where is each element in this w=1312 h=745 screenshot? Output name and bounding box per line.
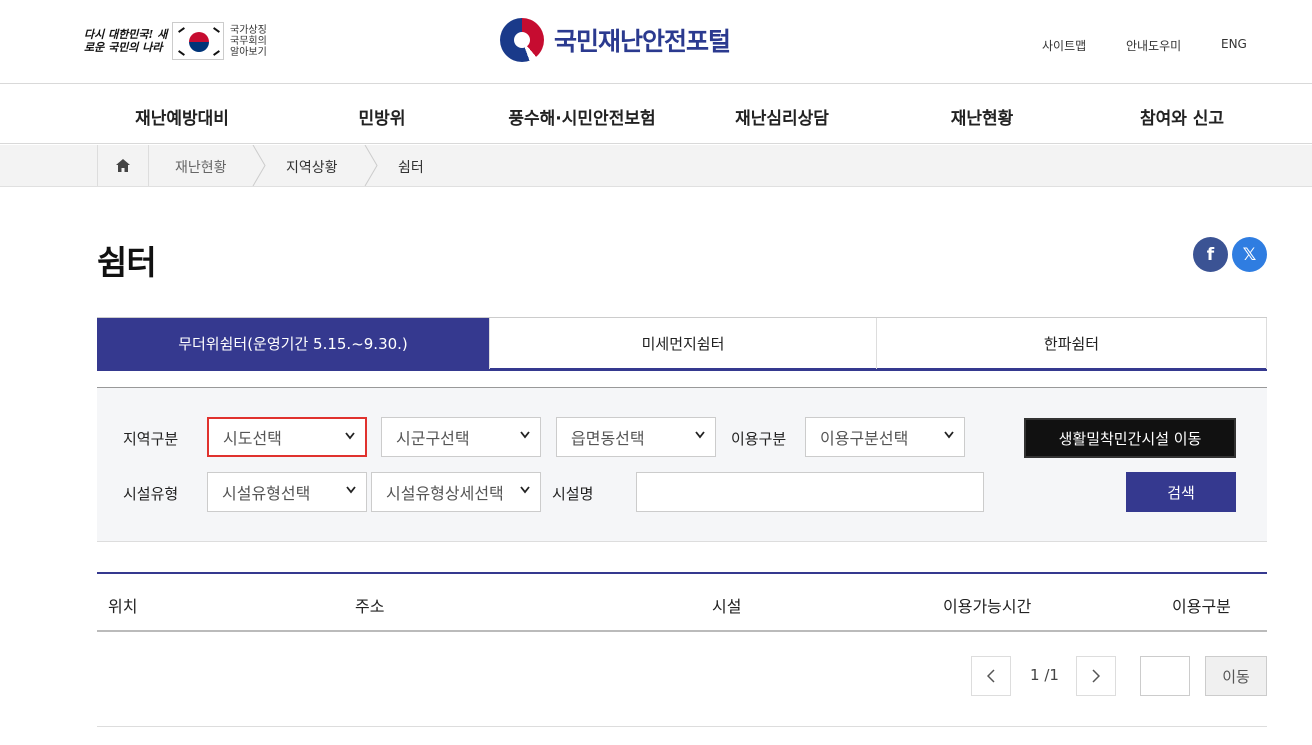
english-link[interactable]: ENG	[1221, 37, 1247, 51]
column-facility: 시설	[712, 597, 742, 616]
main-navigation: 재난예방대비 민방위 풍수해·시민안전보험 재난심리상담 재난현황 참여와 신고	[0, 84, 1312, 144]
chevron-down-icon	[695, 431, 705, 439]
sitemap-link[interactable]: 사이트맵	[1042, 37, 1086, 54]
government-emblem-icon	[500, 18, 544, 62]
slogan-banner[interactable]: 다시 대한민국! 새로운 국민의 나라 국가상징 국무회의 알아보기	[84, 22, 267, 60]
chevron-right-icon	[252, 145, 266, 186]
tab-fine-dust-shelter[interactable]: 미세먼지쉼터	[490, 318, 877, 369]
search-panel: 지역구분 시도선택 시군구선택 읍면동선택 이용구분 이용구분선택 생활밀착민간…	[97, 387, 1267, 542]
total-pages: 1	[1049, 666, 1059, 684]
breadcrumb: 재난현황 지역상황 쉼터	[0, 145, 1312, 187]
home-icon[interactable]	[97, 145, 149, 186]
facility-detail-select[interactable]: 시설유형상세선택	[371, 472, 541, 512]
usage-select[interactable]: 이용구분선택	[805, 417, 965, 457]
chevron-left-icon	[987, 669, 995, 683]
gnb-civil-defense[interactable]: 민방위	[359, 104, 406, 129]
page-title: 쉼터	[97, 243, 157, 282]
facility-type-label: 시설유형	[123, 485, 179, 503]
chevron-right-icon	[364, 145, 378, 186]
gnb-insurance[interactable]: 풍수해·시민안전보험	[508, 104, 655, 129]
divider	[97, 726, 1267, 727]
page-indicator: 1 /1	[1030, 666, 1059, 684]
site-header: 다시 대한민국! 새로운 국민의 나라 국가상징 국무회의 알아보기 국민재난안…	[0, 0, 1312, 84]
chevron-down-icon	[346, 486, 356, 494]
site-logo[interactable]: 국민재난안전포털	[500, 18, 731, 62]
shelter-table-header: 위치 주소 시설 이용가능시간 이용구분	[97, 572, 1267, 632]
facility-type-select[interactable]: 시설유형선택	[207, 472, 367, 512]
column-location: 위치	[108, 597, 138, 616]
usage-label: 이용구분	[731, 430, 787, 448]
x-share-icon[interactable]: 𝕏	[1232, 237, 1267, 272]
chevron-down-icon	[520, 431, 530, 439]
facebook-share-icon[interactable]: f	[1193, 237, 1228, 272]
eupmyeondong-select[interactable]: 읍면동선택	[556, 417, 716, 457]
chevron-down-icon	[944, 431, 954, 439]
prev-page-button[interactable]	[971, 656, 1011, 696]
shelter-tabs: 무더위쉼터(운영기간 5.15.~9.30.) 미세먼지쉼터 한파쉼터	[97, 317, 1267, 371]
column-usage: 이용구분	[1172, 597, 1231, 616]
go-page-button[interactable]: 이동	[1205, 656, 1267, 696]
breadcrumb-current: 쉼터	[398, 160, 424, 176]
chevron-right-icon	[1092, 669, 1100, 683]
tab-heat-shelter[interactable]: 무더위쉼터(운영기간 5.15.~9.30.)	[97, 318, 490, 369]
national-symbol-text: 국가상징 국무회의 알아보기	[230, 24, 267, 58]
gnb-disaster-prevention[interactable]: 재난예방대비	[135, 104, 229, 129]
facility-name-input[interactable]	[636, 472, 984, 512]
gnb-counseling[interactable]: 재난심리상담	[735, 104, 829, 129]
private-facility-button[interactable]: 생활밀착민간시설 이동	[1024, 418, 1236, 458]
slogan-text: 다시 대한민국! 새로운 국민의 나라	[84, 28, 168, 54]
sido-select[interactable]: 시도선택	[207, 417, 367, 457]
breadcrumb-item[interactable]: 지역상황	[286, 157, 338, 177]
next-page-button[interactable]	[1076, 656, 1116, 696]
taegukgi-icon	[172, 22, 224, 60]
current-page: 1	[1030, 666, 1040, 684]
gnb-disaster-status[interactable]: 재난현황	[951, 104, 1014, 129]
gnb-participation[interactable]: 참여와 신고	[1140, 104, 1224, 129]
sigungu-select[interactable]: 시군구선택	[381, 417, 541, 457]
column-address: 주소	[355, 597, 385, 616]
facility-name-label: 시설명	[552, 485, 594, 503]
page-number-input[interactable]	[1140, 656, 1190, 696]
guide-helper-link[interactable]: 안내도우미	[1126, 37, 1181, 54]
column-hours: 이용가능시간	[943, 597, 1032, 616]
chevron-down-icon	[345, 432, 355, 440]
breadcrumb-item[interactable]: 재난현황	[175, 157, 227, 177]
chevron-down-icon	[520, 486, 530, 494]
tab-cold-shelter[interactable]: 한파쉼터	[877, 318, 1267, 369]
search-button[interactable]: 검색	[1126, 472, 1236, 512]
logo-text: 국민재난안전포털	[554, 27, 731, 56]
region-label: 지역구분	[123, 430, 179, 448]
